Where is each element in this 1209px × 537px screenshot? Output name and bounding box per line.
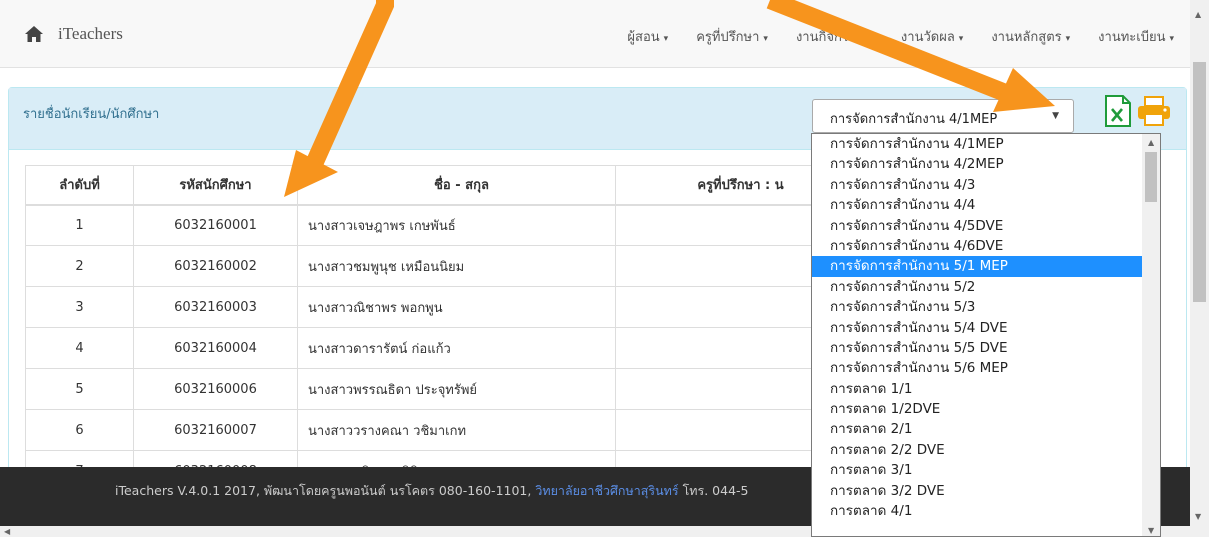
chevron-down-icon: ▾ <box>1169 34 1174 44</box>
cell-name: นางสาววรางคณา วชิมาเกท <box>297 409 616 451</box>
scroll-up-icon[interactable]: ▲ <box>1195 10 1201 19</box>
cell-no: 4 <box>25 327 134 369</box>
col-header-name: ชื่อ - สกุล <box>297 165 616 206</box>
nav-item-curriculum[interactable]: งานหลักสูตร ▾ <box>977 26 1084 47</box>
dropdown-option[interactable]: การจัดการสำนักงาน 4/5DVE <box>812 216 1143 236</box>
cell-student-id: 6032160007 <box>133 409 298 451</box>
table-row: 4 6032160004 นางสาวดารารัตน์ ก่อแก้ว <box>25 327 866 369</box>
dropdown-scrollbar[interactable]: ▲ ▼ <box>1142 134 1160 536</box>
cell-no: 1 <box>25 204 134 246</box>
table-row: 5 6032160006 นางสาวพรรณธิดา ประจุทรัพย์ <box>25 368 866 410</box>
nav-item-registration[interactable]: งานทะเบียน ▾ <box>1084 26 1188 47</box>
chevron-down-icon: ▾ <box>663 34 669 44</box>
table-row: 3 6032160003 นางสาวณิชาพร พอกพูน <box>25 286 866 328</box>
cell-name: นางสาวเจษฎาพร เกษพันธ์ <box>297 204 616 246</box>
col-header-no: ลำดับที่ <box>25 165 134 206</box>
dropdown-arrow-icon: ▼ <box>1052 111 1059 121</box>
dropdown-option[interactable]: การตลาด 1/2DVE <box>812 399 1143 419</box>
top-navbar: iTeachers ผู้สอน ▾ ครูที่ปรึกษา ▾ งานกิจกร… <box>0 0 1190 68</box>
cell-name: นางสาวดารารัตน์ ก่อแก้ว <box>297 327 616 369</box>
dropdown-scrollbar-thumb[interactable] <box>1145 152 1157 202</box>
footer-phone: โทร. 044-5 <box>682 483 749 498</box>
dropdown-option[interactable]: การจัดการสำนักงาน 5/1 MEP <box>812 256 1143 277</box>
nav-item-teacher[interactable]: ผู้สอน ▾ <box>613 26 682 47</box>
dropdown-option[interactable]: การจัดการสำนักงาน 4/6DVE <box>812 236 1143 256</box>
dropdown-option[interactable]: การตลาด 4/1 <box>812 501 1143 521</box>
cell-name: นางสาวณิชาพร พอกพูน <box>297 286 616 328</box>
cell-student-id: 6032160003 <box>133 286 298 328</box>
chevron-down-icon: ▾ <box>958 34 964 44</box>
class-select-value: การจัดการสำนักงาน 4/1MEP <box>830 112 998 127</box>
brand[interactable]: iTeachers <box>24 24 123 44</box>
cell-no: 5 <box>25 368 134 410</box>
dropdown-option[interactable]: การจัดการสำนักงาน 5/2 <box>812 277 1143 297</box>
excel-export-icon[interactable] <box>1104 95 1132 127</box>
dropdown-option[interactable]: การจัดการสำนักงาน 4/3 <box>812 175 1143 195</box>
footer-text: iTeachers V.4.0.1 2017, พัฒนาโดยครูนพอนั… <box>115 481 749 501</box>
panel-title: รายชื่อนักเรียน/นักศึกษา <box>23 107 160 122</box>
student-table: ลำดับที่ รหัสนักศึกษา ชื่อ - สกุล ครูที่… <box>25 165 866 492</box>
cell-no: 3 <box>25 286 134 328</box>
col-header-student-id: รหัสนักศึกษา <box>133 165 298 206</box>
chevron-down-icon: ▾ <box>868 34 873 44</box>
dropdown-option[interactable]: การจัดการสำนักงาน 5/6 MEP <box>812 358 1143 378</box>
cell-no: 6 <box>25 409 134 451</box>
dropdown-option[interactable]: การจัดการสำนักงาน 4/4 <box>812 195 1143 215</box>
cell-student-id: 6032160004 <box>133 327 298 369</box>
dropdown-option[interactable]: การจัดการสำนักงาน 5/5 DVE <box>812 338 1143 358</box>
table-row: 6 6032160007 นางสาววรางคณา วชิมาเกท <box>25 409 866 451</box>
vertical-scrollbar-thumb[interactable] <box>1193 62 1206 302</box>
dropdown-option[interactable]: การจัดการสำนักงาน 5/3 <box>812 297 1143 317</box>
printer-icon[interactable] <box>1137 96 1171 126</box>
nav-item-advisor[interactable]: ครูที่ปรึกษา ▾ <box>682 26 782 47</box>
dropdown-option[interactable]: การตลาด 3/2 DVE <box>812 481 1143 501</box>
scroll-down-icon[interactable]: ▼ <box>1148 526 1154 535</box>
dropdown-option[interactable]: การตลาด 2/2 DVE <box>812 440 1143 460</box>
class-dropdown-list[interactable]: การจัดการสำนักงาน 4/1MEP การจัดการสำนักงา… <box>811 133 1161 537</box>
chevron-down-icon: ▾ <box>1065 34 1071 44</box>
cell-student-id: 6032160002 <box>133 245 298 287</box>
cell-name: นางสาวพรรณธิดา ประจุทรัพย์ <box>297 368 616 410</box>
cell-name: นางสาวชมพูนุช เหมือนนิยม <box>297 245 616 287</box>
footer-credit: iTeachers V.4.0.1 2017, พัฒนาโดยครูนพอนั… <box>115 483 532 498</box>
home-icon <box>25 26 43 42</box>
dropdown-option[interactable]: การจัดการสำนักงาน 5/4 DVE <box>812 318 1143 338</box>
dropdown-option[interactable]: การตลาด 3/1 <box>812 460 1143 480</box>
scroll-down-icon[interactable]: ▼ <box>1195 512 1201 521</box>
dropdown-option[interactable]: การจัดการสำนักงาน 4/2MEP <box>812 154 1143 174</box>
scroll-left-icon[interactable]: ◀ <box>4 527 10 536</box>
dropdown-option[interactable]: การตลาด 2/1 <box>812 419 1143 439</box>
class-select[interactable]: การจัดการสำนักงาน 4/1MEP ▼ <box>812 99 1074 133</box>
cell-student-id: 6032160006 <box>133 368 298 410</box>
nav-menu: ผู้สอน ▾ ครูที่ปรึกษา ▾ งานกิจกรรม ▾ งานวัด… <box>613 26 1188 47</box>
scroll-up-icon[interactable]: ▲ <box>1148 138 1154 147</box>
footer-college-link[interactable]: วิทยาลัยอาชีวศึกษาสุรินทร์ <box>535 483 678 498</box>
table-header-row: ลำดับที่ รหัสนักศึกษา ชื่อ - สกุล ครูที่… <box>25 165 866 206</box>
table-row: 1 6032160001 นางสาวเจษฎาพร เกษพันธ์ <box>25 204 866 246</box>
nav-item-assessment[interactable]: งานวัดผล ▾ <box>887 26 977 47</box>
dropdown-option[interactable]: การจัดการสำนักงาน 4/1MEP <box>812 134 1143 154</box>
brand-name: iTeachers <box>58 24 123 43</box>
dropdown-option[interactable]: การตลาด 1/1 <box>812 379 1143 399</box>
chevron-down-icon: ▾ <box>763 34 768 44</box>
cell-no: 2 <box>25 245 134 287</box>
nav-item-activities[interactable]: งานกิจกรรม ▾ <box>782 26 887 47</box>
cell-student-id: 6032160001 <box>133 204 298 246</box>
table-row: 2 6032160002 นางสาวชมพูนุช เหมือนนิยม <box>25 245 866 287</box>
